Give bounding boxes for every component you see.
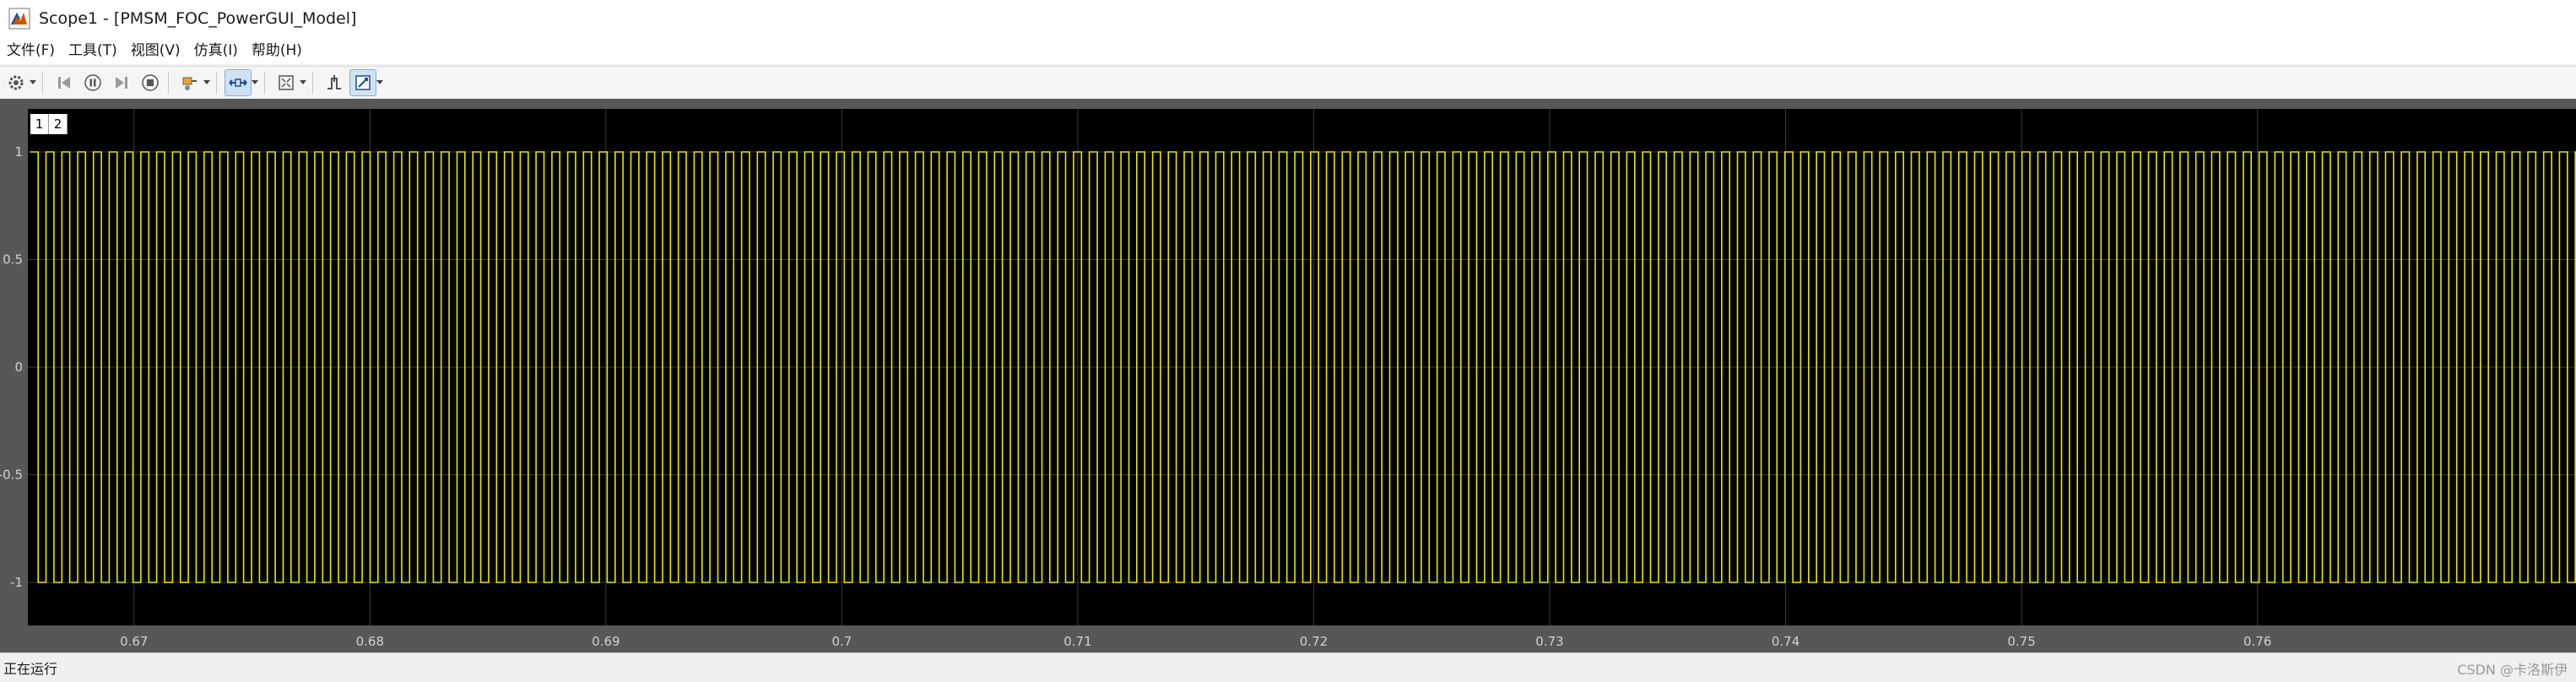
toolbar-separator <box>168 72 169 94</box>
toolbar-separator <box>264 72 265 94</box>
step-forward-button[interactable] <box>109 70 134 95</box>
x-tick-label: 0.73 <box>1535 634 1563 649</box>
chevron-down-icon <box>300 80 306 84</box>
step-back-button[interactable] <box>51 70 77 95</box>
x-tick-label: 0.72 <box>1300 634 1328 649</box>
x-tick-label: 0.69 <box>592 634 620 649</box>
highlight-simulink-block-icon <box>182 77 197 90</box>
pause-button[interactable] <box>80 70 106 95</box>
chevron-down-icon <box>376 80 383 84</box>
stop-button[interactable] <box>138 70 163 95</box>
toolbar-separator <box>42 72 43 94</box>
chevron-down-icon <box>203 80 210 84</box>
menu-file[interactable]: 文件(F) <box>0 37 62 64</box>
zoom-x-icon <box>229 78 247 87</box>
zoom-dropdown[interactable] <box>251 70 259 95</box>
step-back-icon <box>58 77 70 89</box>
measurements-dropdown[interactable] <box>376 70 384 95</box>
triggers-icon <box>327 75 341 89</box>
toolbar-separator <box>216 72 217 94</box>
cursor-measurements-button[interactable] <box>349 69 376 96</box>
toolbar <box>0 66 2576 100</box>
y-tick-label: 0 <box>14 360 23 375</box>
menu-view[interactable]: 视图(V) <box>124 37 187 64</box>
watermark: CSDN @卡洛斯伊 <box>2457 662 2568 678</box>
status-bar: 正在运行 <box>0 652 2576 682</box>
autoscale-dropdown[interactable] <box>299 70 307 95</box>
y-tick-label: 0.5 <box>3 252 23 268</box>
settings-button[interactable] <box>3 70 29 95</box>
status-text: 正在运行 <box>3 661 58 677</box>
y-tick-label: -1 <box>10 575 23 590</box>
chevron-down-icon <box>252 80 258 84</box>
matlab-scope-icon <box>8 8 30 30</box>
x-tick-label: 0.74 <box>1772 634 1799 649</box>
menu-help[interactable]: 帮助(H) <box>245 37 309 64</box>
layout-tab-1[interactable]: 1 <box>30 114 49 134</box>
gear-icon <box>8 75 24 90</box>
step-forward-icon <box>116 77 127 89</box>
highlight-dropdown[interactable] <box>203 70 211 95</box>
scope-display: 0.67 0.68 0.69 0.7 0.71 0.72 0.73 0.74 0.75 0.76 1… <box>0 99 2576 652</box>
x-tick-label: 0.68 <box>356 634 384 649</box>
settings-dropdown[interactable] <box>29 70 37 95</box>
highlight-block-button[interactable] <box>177 70 203 95</box>
window-title: Scope1 - [PMSM_FOC_PowerGUI_Model] <box>39 9 357 28</box>
x-tick-label: 0.75 <box>2007 634 2035 649</box>
chevron-down-icon <box>30 80 36 84</box>
x-tick-label: 0.7 <box>831 634 852 649</box>
toolbar-separator <box>312 72 313 94</box>
title-bar: Scope1 - [PMSM_FOC_PowerGUI_Model] <box>0 0 2576 38</box>
layout-tab-2[interactable]: 2 <box>49 114 68 134</box>
menu-bar: 文件(F) 工具(T) 视图(V) 仿真(I) 帮助(H) <box>0 37 2576 64</box>
triggers-button[interactable] <box>322 70 347 95</box>
autoscale-button[interactable] <box>273 70 299 95</box>
scope-plot[interactable]: 0.67 0.68 0.69 0.7 0.71 0.72 0.73 0.74 0.75 0.76 1… <box>0 99 2576 652</box>
y-tick-label: 1 <box>14 144 23 160</box>
layout-tabs: 1 2 <box>30 114 68 134</box>
pause-icon <box>84 74 101 91</box>
cursor-measurements-icon <box>355 75 371 90</box>
stop-icon <box>142 74 159 91</box>
autoscale-icon <box>279 75 294 90</box>
x-tick-label: 0.67 <box>120 634 148 649</box>
x-tick-label: 0.71 <box>1063 634 1091 649</box>
menu-simulation[interactable]: 仿真(I) <box>187 37 245 64</box>
y-tick-label: -0.5 <box>0 468 23 483</box>
x-tick-label: 0.76 <box>2243 634 2271 649</box>
menu-tools[interactable]: 工具(T) <box>62 37 124 64</box>
zoom-x-button[interactable] <box>225 69 252 96</box>
